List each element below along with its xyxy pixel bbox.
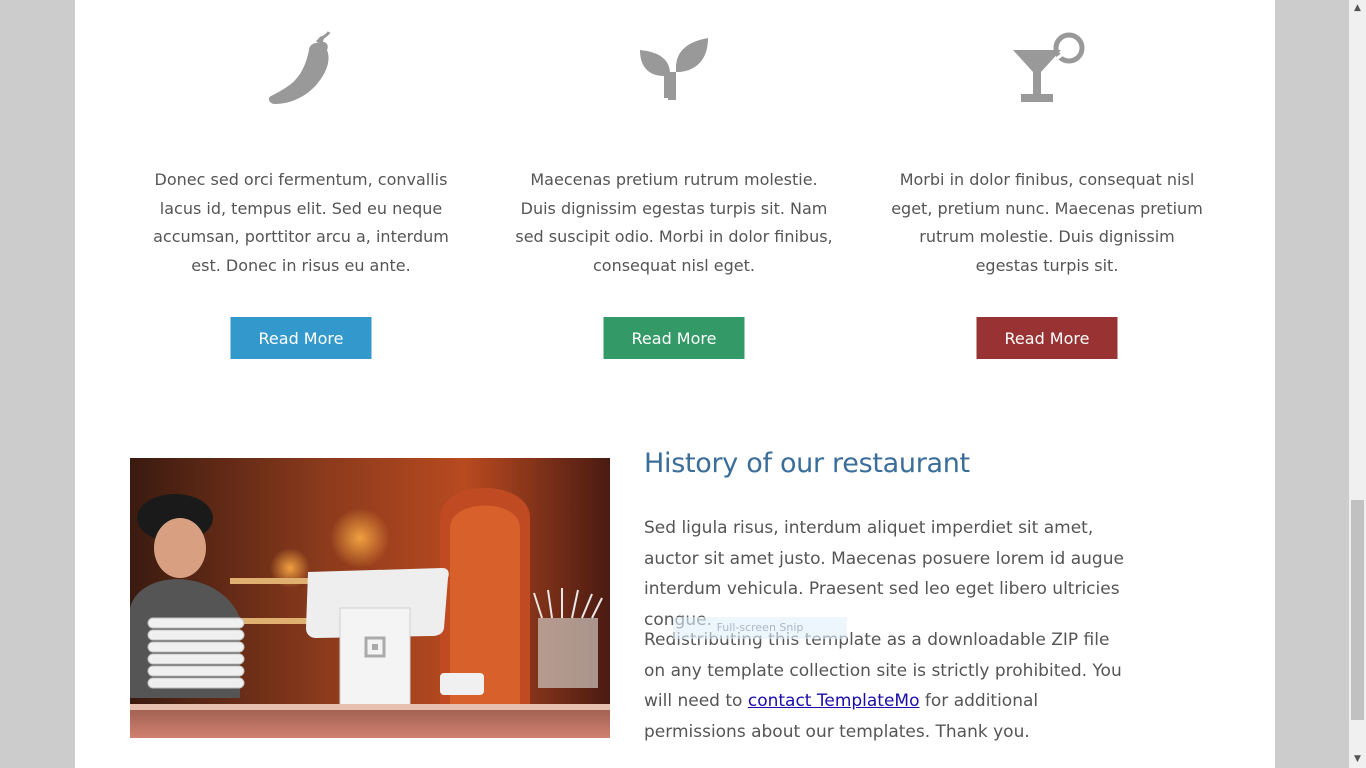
feature-text: Donec sed orci fermentum, convallis lacu… — [153, 170, 449, 276]
vertical-scrollbar[interactable]: ▲ ▼ — [1349, 0, 1366, 768]
snip-overlay: Full-screen Snip — [673, 617, 847, 639]
restaurant-counter-photo — [130, 458, 610, 738]
feature-text: Morbi in dolor finibus, consequat nisl e… — [891, 170, 1203, 276]
read-more-button[interactable]: Read More — [976, 317, 1118, 359]
contact-templatemo-link[interactable]: contact TemplateMo — [748, 691, 920, 711]
scrollbar-thumb[interactable] — [1351, 500, 1364, 720]
sprout-icon — [640, 38, 708, 100]
history-title: History of our restaurant — [644, 448, 970, 479]
chili-pepper-icon — [268, 31, 331, 104]
read-more-button[interactable]: Read More — [603, 317, 745, 359]
feature-text: Maecenas pretium rutrum molestie. Duis d… — [515, 170, 833, 276]
scroll-down-arrow-icon[interactable]: ▼ — [1349, 751, 1366, 768]
cocktail-glass-icon — [1013, 32, 1085, 102]
scroll-up-arrow-icon[interactable]: ▲ — [1349, 0, 1366, 17]
read-more-button[interactable]: Read More — [230, 317, 372, 359]
history-paragraph-2: Redistributing this template as a downlo… — [644, 625, 1124, 747]
page-content: Donec sed orci fermentum, convallis lacu… — [75, 0, 1275, 768]
